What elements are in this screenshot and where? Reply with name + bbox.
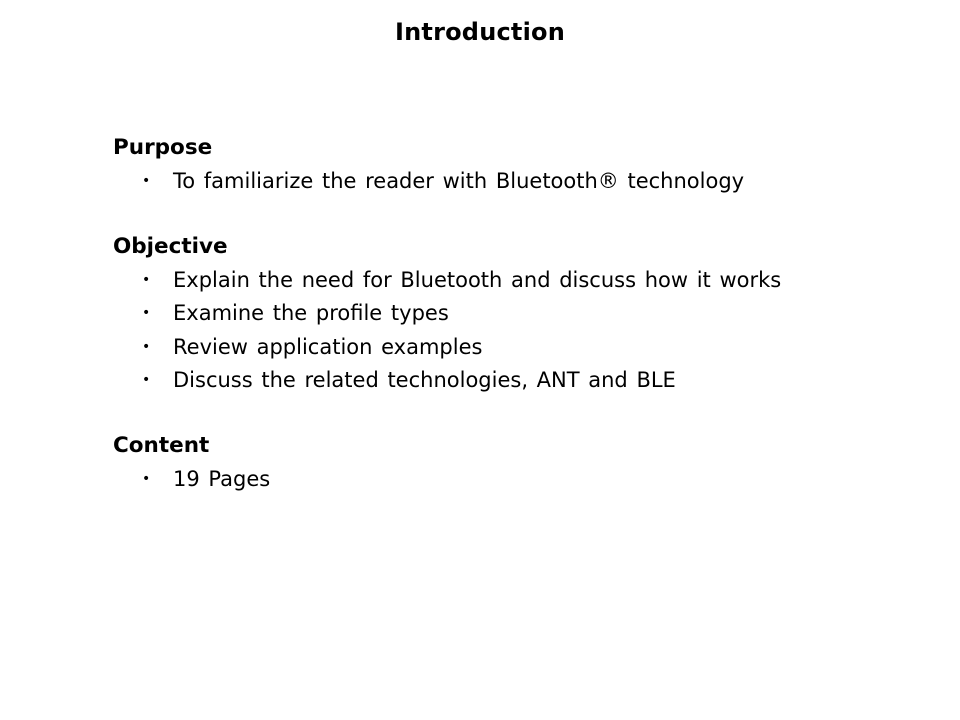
bullet-text: Review application examples — [173, 334, 483, 359]
bullet-icon: • — [142, 173, 151, 189]
list-item: • Explain the need for Bluetooth and dis… — [113, 264, 781, 297]
list-item: • Review application examples — [113, 331, 781, 364]
list-item: • To familiarize the reader with Bluetoo… — [113, 165, 744, 198]
section-objective: Objective • Explain the need for Bluetoo… — [113, 232, 781, 397]
section-heading: Objective — [113, 234, 228, 259]
bullet-list: • To familiarize the reader with Bluetoo… — [113, 165, 744, 198]
bullet-text: Explain the need for Bluetooth and discu… — [173, 268, 782, 292]
bullet-icon: • — [142, 338, 151, 355]
list-item: • 19 Pages — [113, 463, 270, 496]
section-heading: Content — [113, 433, 210, 458]
section-content: Content • 19 Pages — [113, 431, 270, 496]
bullet-icon: • — [142, 471, 151, 487]
section-heading: Purpose — [113, 135, 213, 160]
list-item: • Discuss the related technologies, ANT … — [113, 364, 781, 397]
bullet-list: • 19 Pages — [113, 463, 270, 496]
bullet-icon: • — [142, 371, 151, 388]
bullet-icon: • — [142, 272, 151, 288]
bullet-text: Discuss the related technologies, ANT an… — [173, 367, 676, 392]
bullet-icon: • — [142, 305, 151, 322]
bullet-list: • Explain the need for Bluetooth and dis… — [113, 264, 781, 397]
slide-title: Introduction — [395, 18, 565, 46]
list-item: • Examine the profile types — [113, 297, 781, 330]
bullet-text: Examine the profile types — [173, 301, 449, 326]
section-purpose: Purpose • To familiarize the reader with… — [113, 133, 744, 198]
bullet-text: 19 Pages — [173, 467, 271, 491]
bullet-text: To familiarize the reader with Bluetooth… — [173, 169, 745, 193]
